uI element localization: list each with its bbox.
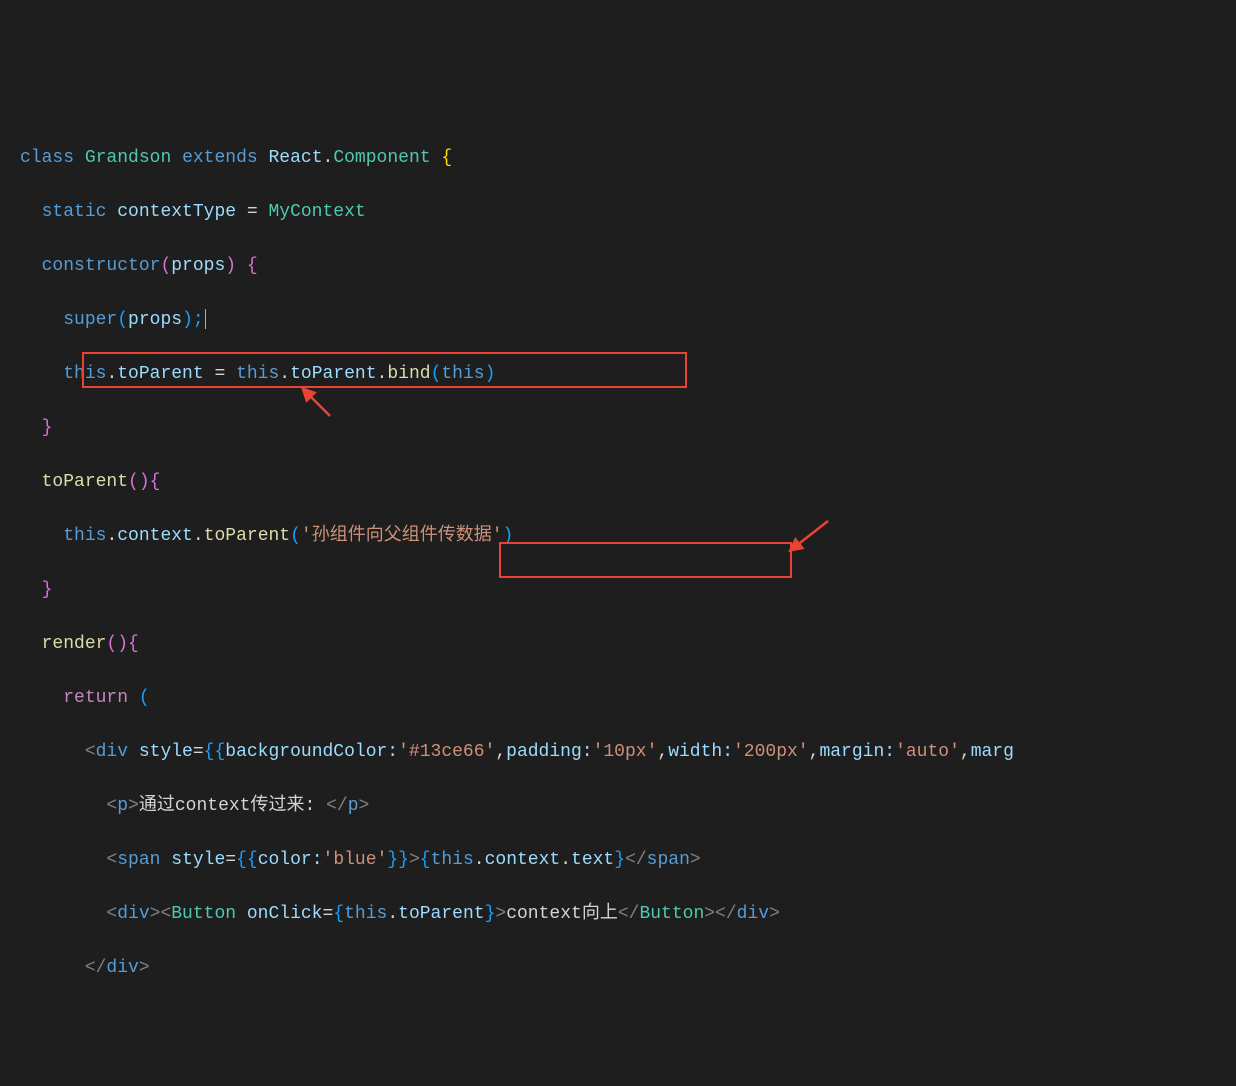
code-line: <span style={{color:'blue'}}>{this.conte… <box>20 847 1216 874</box>
code-line: <p>通过context传过来: </p> <box>20 793 1216 820</box>
string-arg: '孙组件向父组件传数据' <box>301 526 503 546</box>
keyword-super: super <box>63 310 117 330</box>
code-line: <div style={{backgroundColor:'#13ce66',p… <box>20 739 1216 766</box>
jsx-attr-style: style <box>139 742 193 762</box>
jsx-tag-button: Button <box>171 904 236 924</box>
keyword-this: this <box>63 526 106 546</box>
code-line: toParent(){ <box>20 469 1216 496</box>
keyword-return: return <box>63 688 128 708</box>
jsx-tag-span: span <box>117 850 160 870</box>
keyword-static: static <box>42 202 107 222</box>
class-name: Grandson <box>85 148 171 168</box>
code-line: constructor(props) { <box>20 253 1216 280</box>
code-line: } <box>20 577 1216 604</box>
prop-contexttype: contextType <box>117 202 236 222</box>
code-line: class Grandson extends React.Component { <box>20 145 1216 172</box>
keyword-this: this <box>344 904 387 924</box>
jsx-button-text: context向上 <box>506 904 618 924</box>
arg-props: props <box>128 310 182 330</box>
prop-toparent: toParent <box>117 364 203 384</box>
prop-context: context <box>117 526 193 546</box>
keyword-this: this <box>63 364 106 384</box>
jsx-tag-div: div <box>96 742 128 762</box>
react-namespace: React <box>269 148 323 168</box>
keyword-this: this <box>236 364 279 384</box>
method-bind: bind <box>387 364 430 384</box>
keyword-this: this <box>431 850 474 870</box>
code-line: this.context.toParent('孙组件向父组件传数据') <box>20 523 1216 550</box>
method-toparent-call: toParent <box>204 526 290 546</box>
keyword-extends: extends <box>182 148 258 168</box>
cursor <box>205 309 206 329</box>
code-line: static contextType = MyContext <box>20 199 1216 226</box>
code-line: render(){ <box>20 631 1216 658</box>
prop-context: context <box>485 850 561 870</box>
code-line: super(props); <box>20 307 1216 334</box>
jsx-attr-onclick: onClick <box>247 904 323 924</box>
param-props: props <box>171 256 225 276</box>
prop-toparent: toParent <box>290 364 376 384</box>
keyword-constructor: constructor <box>42 256 161 276</box>
code-line: <div><Button onClick={this.toParent}>con… <box>20 901 1216 928</box>
code-line: this.toParent = this.toParent.bind(this) <box>20 361 1216 388</box>
jsx-tag-p: p <box>117 796 128 816</box>
code-line: } <box>20 415 1216 442</box>
jsx-tag-div: div <box>117 904 149 924</box>
keyword-class: class <box>20 148 74 168</box>
prop-text: text <box>571 850 614 870</box>
method-toparent: toParent <box>42 472 128 492</box>
jsx-closing-div: div <box>106 958 138 978</box>
mycontext-ref: MyContext <box>268 202 365 222</box>
jsx-text: 通过context传过来: <box>139 796 326 816</box>
code-editor[interactable]: class Grandson extends React.Component {… <box>20 118 1216 1086</box>
code-line: </div> <box>20 955 1216 982</box>
code-line: return ( <box>20 685 1216 712</box>
keyword-this: this <box>441 364 484 384</box>
method-render: render <box>42 634 107 654</box>
component-class: Component <box>333 148 430 168</box>
